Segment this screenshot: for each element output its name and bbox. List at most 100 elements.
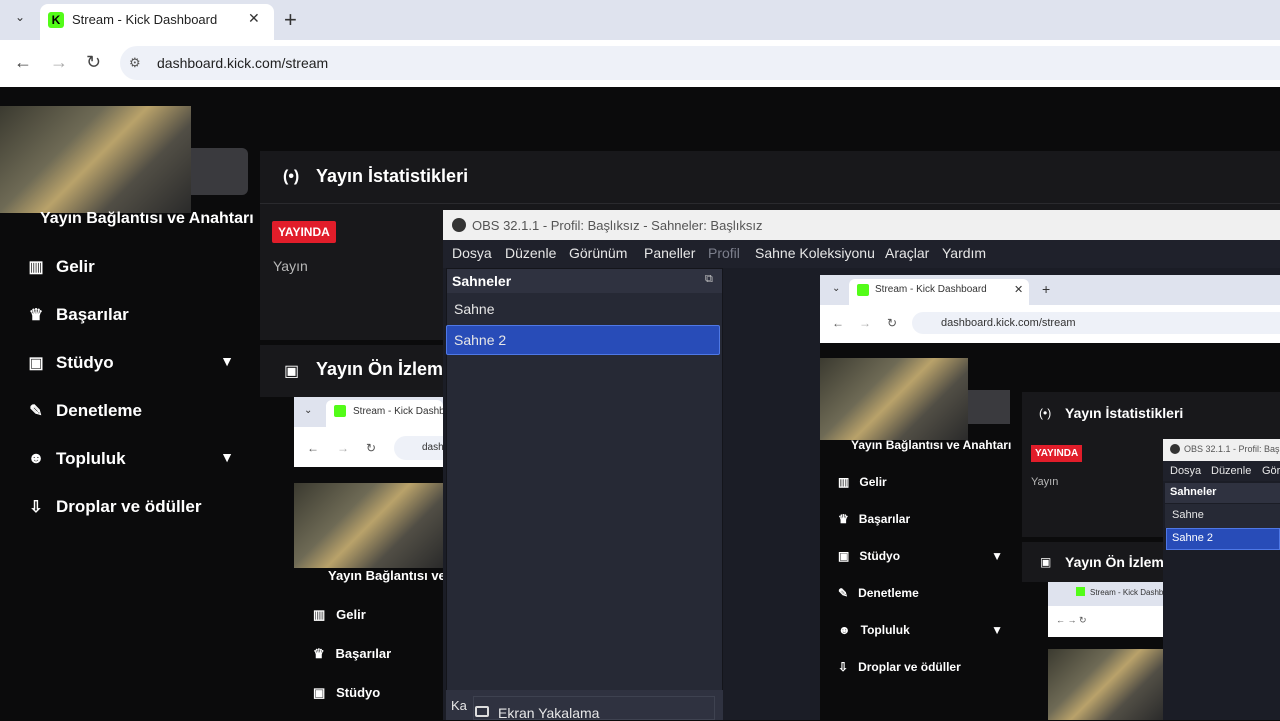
sidebar-item-studyo[interactable]: ▣ Stüdyo ▼: [24, 347, 254, 379]
drops-icon: ⇩: [838, 660, 849, 674]
preview-obs-menu-item: Düzenle: [1211, 465, 1252, 477]
preview-stats-label: Yayın: [1031, 476, 1059, 488]
drops-icon: ⇩: [29, 499, 43, 516]
nested-webcam: [294, 483, 443, 568]
monitor-icon: [475, 706, 489, 717]
preview-tab-title: Stream - Kick Dashboard: [875, 284, 987, 295]
menu-gorunum[interactable]: Görünüm: [569, 245, 627, 261]
preview-broadcast-icon: (•): [1039, 406, 1052, 420]
menu-duzenle[interactable]: Düzenle: [505, 245, 556, 261]
forward-icon[interactable]: →: [50, 52, 68, 73]
sidebar-item-basarilar[interactable]: ♛ Başarılar: [24, 299, 254, 331]
close-tab-icon[interactable]: ✕: [248, 10, 260, 27]
preview-deep-tab-title: Stream - Kick Dashb: [1090, 588, 1164, 597]
sidebar-item-gelir[interactable]: ▥ Gelir: [24, 251, 254, 283]
wrench-icon: ✎: [29, 403, 43, 420]
kick-favicon-icon: K: [48, 12, 64, 28]
stream-connection-label[interactable]: Yayın Bağlantısı ve Anahtarı: [40, 210, 254, 228]
back-icon[interactable]: ←: [14, 52, 32, 73]
new-tab-icon[interactable]: +: [284, 7, 297, 33]
preview-reload-icon: ↻: [887, 316, 898, 330]
preview-title: Yayın Ön İzlem: [316, 359, 443, 379]
preview-icon: ▣: [284, 363, 300, 380]
reload-icon[interactable]: ↻: [86, 52, 101, 73]
nested-connection-label: Yayın Bağlantısı ve: [328, 568, 443, 583]
preview-forward-icon: →: [859, 316, 871, 330]
preview-live-badge: YAYINDA: [1031, 445, 1083, 462]
obs-window-title: OBS 32.1.1 - Profil: Başlıksız - Sahnele…: [472, 218, 763, 233]
menu-profil[interactable]: Profil: [708, 245, 740, 261]
obs-logo-icon: [1170, 444, 1180, 454]
preview-new-tab-icon: +: [1042, 281, 1051, 297]
nested-sidebar-item: ▣ Stüdyo: [313, 685, 381, 700]
chevron-down-icon: ▼: [991, 549, 1003, 563]
popup-item-screen-capture[interactable]: Ekran Yakalama: [498, 705, 599, 721]
community-icon: ☻: [838, 623, 851, 637]
nested-sidebar-item: ♛ Başarılar: [313, 646, 392, 661]
preview-scene-item-selected: Sahne 2: [1172, 532, 1213, 544]
preview-obs-menu-item: Dosya: [1170, 465, 1202, 477]
preview-scenes-title: Sahneler: [1170, 486, 1217, 498]
obs-preview-canvas[interactable]: ⌄ Stream - Kick Dashboard ✕ + ← → ↻ dash…: [820, 275, 1280, 720]
preview-sidebar-item: ▥ Gelir: [838, 475, 887, 489]
preview-back-icon: ←: [832, 316, 844, 330]
nested-url: dash: [422, 442, 444, 453]
tab-list-button[interactable]: ⌄: [10, 10, 30, 30]
sidebar-item-denetleme[interactable]: ✎ Denetleme: [24, 395, 254, 427]
preview-url: dashboard.kick.com/stream: [941, 317, 1076, 329]
chevron-down-icon: ▼: [220, 353, 234, 369]
broadcast-icon: (•): [283, 168, 300, 185]
trophy-icon: ♛: [838, 512, 849, 526]
preview-sidebar-item: ⇩ Droplar ve ödüller: [838, 660, 961, 674]
undock-icon[interactable]: ⧉: [705, 273, 713, 286]
nested-back-icon: ←: [307, 441, 319, 455]
studio-icon: ▣: [838, 549, 850, 563]
nested-forward-icon: →: [337, 441, 349, 455]
sidebar-item-label: Başarılar: [56, 305, 129, 324]
stats-label: Yayın: [273, 258, 308, 274]
nested-tab-title: Stream - Kick Dashb: [353, 406, 443, 417]
preview-deep-webcam: [1048, 649, 1164, 720]
live-badge: YAYINDA: [272, 221, 336, 243]
preview-close-tab-icon: ✕: [1014, 284, 1024, 296]
menu-yardim[interactable]: Yardım: [942, 245, 986, 261]
chevron-down-icon: ▼: [220, 449, 234, 465]
webcam-overlay: [0, 106, 191, 213]
url-text: dashboard.kick.com/stream: [157, 55, 329, 71]
preview-obs-menu-item: Gör: [1262, 465, 1280, 477]
preview-sidebar-button: [968, 390, 1010, 424]
scene-item-selected[interactable]: Sahne 2: [446, 325, 720, 355]
site-info-icon[interactable]: ⚙: [129, 55, 141, 71]
trophy-icon: ♛: [28, 307, 44, 324]
studio-icon: ▣: [313, 685, 326, 700]
sidebar-item-topluluk[interactable]: ☻ Topluluk ▼: [24, 443, 254, 475]
preview-tab-list-icon: ⌄: [832, 283, 841, 294]
studio-icon: ▣: [28, 355, 44, 372]
preview-preview-title: Yayın Ön İzlem: [1065, 554, 1164, 570]
obs-logo-icon: [452, 218, 466, 232]
stats-title: Yayın İstatistikleri: [316, 166, 469, 186]
scenes-title: Sahneler: [452, 273, 512, 289]
nested-reload-icon: ↻: [366, 441, 377, 455]
menu-paneller[interactable]: Paneller: [644, 245, 695, 261]
trophy-icon: ♛: [313, 646, 325, 661]
sidebar-item-droplar[interactable]: ⇩ Droplar ve ödüller: [24, 491, 254, 523]
sidebar-button[interactable]: [191, 148, 248, 195]
kick-favicon-icon: [1076, 587, 1085, 596]
preview-scene-item: Sahne: [1172, 509, 1204, 521]
preview-obs-title: OBS 32.1.1 - Profil: Baş: [1184, 444, 1280, 454]
chart-icon: ▥: [313, 607, 326, 622]
divider: [260, 203, 1280, 204]
chevron-down-icon: ▼: [991, 623, 1003, 637]
nested-tab-list-icon: ⌄: [304, 405, 313, 416]
menu-araclar[interactable]: Araçlar: [885, 245, 929, 261]
community-icon: ☻: [27, 450, 45, 467]
kick-favicon-icon: [857, 284, 869, 296]
preview-sidebar-item: ☻ Topluluk ▼: [838, 623, 1003, 637]
preview-sidebar-item: ✎ Denetleme: [838, 586, 919, 600]
preview-webcam: [820, 358, 968, 440]
menu-dosya[interactable]: Dosya: [452, 245, 492, 261]
menu-sahne-koleksiyonu[interactable]: Sahne Koleksiyonu: [755, 245, 875, 261]
scene-item[interactable]: Sahne: [447, 295, 721, 325]
preview-stats-title: Yayın İstatistikleri: [1065, 405, 1184, 421]
